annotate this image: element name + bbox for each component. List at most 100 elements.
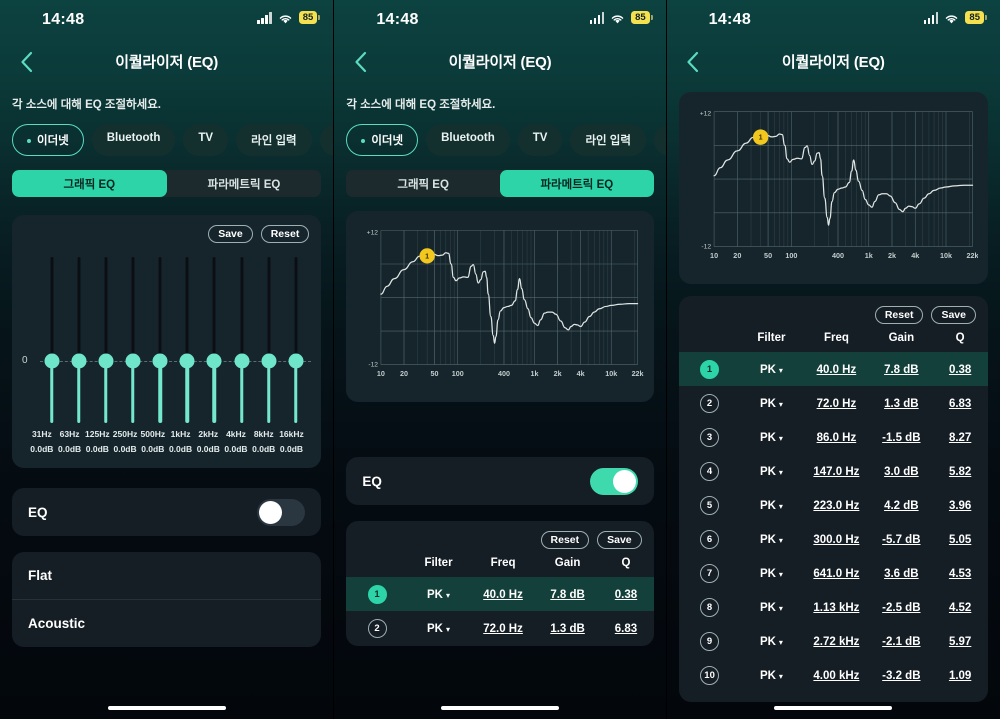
back-button[interactable]: [344, 46, 376, 78]
source-chip-ethernet[interactable]: 이더넷: [346, 124, 419, 156]
band-slider-16kHz[interactable]: [282, 245, 309, 425]
eq-toggle-row[interactable]: EQ: [12, 488, 321, 536]
filter-gain-value[interactable]: -2.1 dB: [882, 636, 920, 648]
filter-gain-value[interactable]: 4.2 dB: [884, 500, 919, 512]
filter-q-value[interactable]: 5.82: [949, 466, 971, 478]
preset-item-flat[interactable]: Flat: [12, 552, 321, 599]
filter-freq-value[interactable]: 40.0 Hz: [483, 589, 523, 601]
band-slider-63Hz[interactable]: [65, 245, 92, 425]
source-chip-optical[interactable]: O: [653, 124, 666, 156]
filter-freq-value[interactable]: 2.72 kHz: [813, 636, 859, 648]
filter-freq-value[interactable]: 86.0 Hz: [817, 432, 857, 444]
table-row[interactable]: 6 PK ▾ 300.0 Hz -5.7 dB 5.05: [679, 522, 988, 556]
filter-q-value[interactable]: 5.97: [949, 636, 971, 648]
slider-knob[interactable]: [44, 353, 60, 369]
reset-button[interactable]: Reset: [540, 531, 590, 550]
band-slider-31Hz[interactable]: [38, 245, 65, 425]
table-row[interactable]: 8 PK ▾ 1.13 kHz -2.5 dB 4.52: [679, 590, 988, 624]
filter-type-dropdown[interactable]: PK ▾: [760, 670, 783, 682]
filter-type-dropdown[interactable]: PK ▾: [760, 466, 783, 478]
back-button[interactable]: [677, 46, 709, 78]
source-chip-tv[interactable]: TV: [517, 124, 563, 156]
filter-type-dropdown[interactable]: PK ▾: [760, 568, 783, 580]
slider-knob[interactable]: [71, 353, 87, 369]
slider-knob[interactable]: [288, 353, 304, 369]
band-slider-group[interactable]: [38, 245, 309, 425]
filter-type-dropdown[interactable]: PK ▾: [427, 589, 450, 601]
table-row[interactable]: 7 PK ▾ 641.0 Hz 3.6 dB 4.53: [679, 556, 988, 590]
table-row[interactable]: 2 PK ▾ 72.0 Hz 1.3 dB 6.83: [679, 386, 988, 420]
filter-freq-value[interactable]: 72.0 Hz: [483, 623, 523, 635]
band-slider-250Hz[interactable]: [119, 245, 146, 425]
filter-q-value[interactable]: 4.53: [949, 568, 971, 580]
source-chip-bluetooth[interactable]: Bluetooth: [426, 124, 510, 156]
filter-gain-value[interactable]: 1.3 dB: [550, 623, 585, 635]
source-chip-row[interactable]: 이더넷 Bluetooth TV 라인 입력 O: [334, 112, 666, 156]
table-row[interactable]: 3 PK▾ 86.0 Hz -1.5 dB 8.27: [679, 420, 988, 454]
slider-knob[interactable]: [152, 353, 168, 369]
eq-response-chart[interactable]: +12-1210 20 50 100 400 1k 2k 4k 10k 22k1: [356, 219, 644, 396]
table-row[interactable]: 10 PK ▾ 4.00 kHz -3.2 dB 1.09: [679, 658, 988, 692]
band-slider-4kHz[interactable]: [228, 245, 255, 425]
tab-parametric-eq[interactable]: 파라메트릭 EQ: [500, 170, 654, 197]
source-chip-bluetooth[interactable]: Bluetooth: [91, 124, 176, 156]
reset-button[interactable]: Reset: [874, 306, 924, 325]
band-slider-8kHz[interactable]: [255, 245, 282, 425]
source-chip-ethernet[interactable]: 이더넷: [12, 124, 84, 156]
filter-freq-value[interactable]: 1.13 kHz: [813, 602, 859, 614]
source-chip-optical[interactable]: O: [319, 124, 334, 156]
filter-type-dropdown[interactable]: PK ▾: [760, 602, 783, 614]
source-chip-line-in[interactable]: 라인 입력: [236, 124, 312, 156]
filter-freq-value[interactable]: 223.0 Hz: [813, 500, 859, 512]
source-chip-tv[interactable]: TV: [183, 124, 229, 156]
filter-q-value[interactable]: 0.38: [615, 589, 637, 601]
filter-type-dropdown[interactable]: PK ▾: [760, 534, 783, 546]
eq-response-chart[interactable]: +12-1210 20 50 100 400 1k 2k 4k 10k 22k1: [689, 100, 978, 278]
table-row[interactable]: 1 PK ▾ 40.0 Hz 7.8 dB 0.38: [678, 352, 988, 387]
source-chip-line-in[interactable]: 라인 입력: [570, 124, 646, 156]
filter-gain-value[interactable]: -2.5 dB: [882, 602, 920, 614]
filter-q-value[interactable]: 4.52: [949, 602, 971, 614]
filter-gain-value[interactable]: 3.6 dB: [884, 568, 919, 580]
eq-toggle-switch[interactable]: [589, 467, 638, 495]
filter-type-dropdown[interactable]: PK ▾: [760, 500, 783, 512]
table-row[interactable]: 4 PK ▾ 147.0 Hz 3.0 dB 5.82: [679, 454, 988, 488]
eq-toggle-switch[interactable]: [257, 498, 306, 526]
filter-type-dropdown[interactable]: PK ▾: [427, 623, 450, 635]
filter-freq-value[interactable]: 4.00 kHz: [813, 670, 859, 682]
eq-mode-segmented-control[interactable]: 그래픽 EQ 파라메트릭 EQ: [12, 170, 322, 197]
table-row[interactable]: 1 PK ▾ 40.0 Hz 7.8 dB 0.38: [346, 577, 654, 612]
filter-gain-value[interactable]: 3.0 dB: [884, 466, 919, 478]
filter-type-dropdown[interactable]: PK ▾: [760, 432, 783, 444]
filter-type-dropdown[interactable]: PK ▾: [760, 364, 783, 376]
filter-q-value[interactable]: 3.96: [949, 500, 971, 512]
band-slider-500Hz[interactable]: [147, 245, 174, 425]
filter-gain-value[interactable]: -1.5 dB: [882, 432, 920, 444]
filter-gain-value[interactable]: 1.3 dB: [884, 398, 919, 410]
table-row[interactable]: 9 PK ▾ 2.72 kHz -2.1 dB 5.97: [679, 624, 988, 658]
source-chip-row[interactable]: 이더넷 Bluetooth TV 라인 입력 O: [0, 112, 334, 156]
reset-button[interactable]: Reset: [260, 225, 310, 243]
filter-q-value[interactable]: 6.83: [949, 398, 971, 410]
band-slider-125Hz[interactable]: [92, 245, 119, 425]
save-button[interactable]: Save: [208, 225, 253, 243]
eq-toggle-row[interactable]: EQ: [346, 457, 653, 505]
band-slider-2kHz[interactable]: [201, 245, 228, 425]
filter-freq-value[interactable]: 72.0 Hz: [817, 398, 857, 410]
filter-gain-value[interactable]: 7.8 dB: [550, 589, 585, 601]
save-button[interactable]: Save: [597, 531, 642, 550]
slider-knob[interactable]: [261, 353, 277, 369]
filter-gain-value[interactable]: -5.7 dB: [882, 534, 920, 546]
filter-gain-value[interactable]: 7.8 dB: [884, 364, 919, 376]
slider-knob[interactable]: [234, 353, 250, 369]
tab-graphic-eq[interactable]: 그래픽 EQ: [346, 170, 500, 197]
filter-q-value[interactable]: 0.38: [949, 364, 971, 376]
filter-freq-value[interactable]: 641.0 Hz: [813, 568, 859, 580]
tab-parametric-eq[interactable]: 파라메트릭 EQ: [167, 170, 322, 197]
filter-gain-value[interactable]: -3.2 dB: [882, 670, 920, 682]
preset-item-acoustic[interactable]: Acoustic: [12, 599, 322, 647]
filter-freq-value[interactable]: 40.0 Hz: [817, 364, 857, 376]
filter-q-value[interactable]: 8.27: [949, 432, 971, 444]
filter-q-value[interactable]: 5.05: [949, 534, 971, 546]
slider-knob[interactable]: [125, 353, 141, 369]
